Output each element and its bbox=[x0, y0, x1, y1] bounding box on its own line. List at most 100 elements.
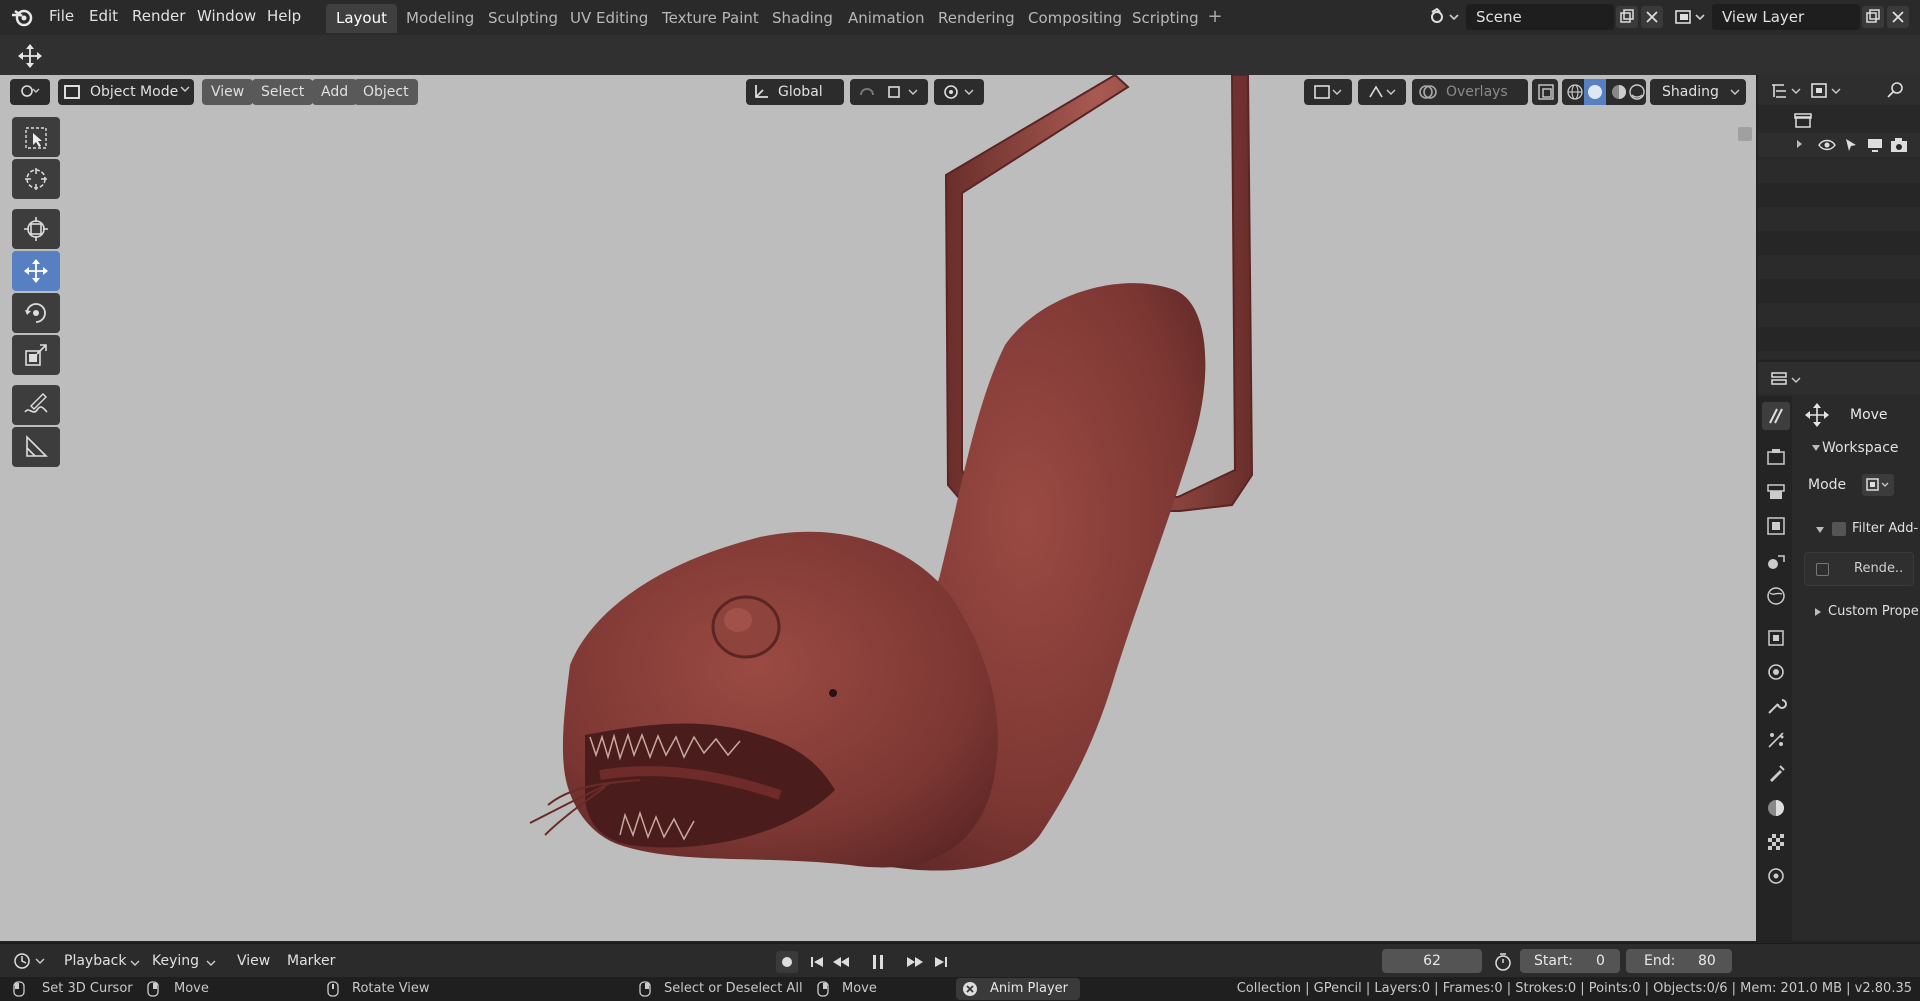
tab-texture-paint[interactable]: Texture Paint bbox=[652, 4, 769, 33]
view-layer-selector-icon[interactable] bbox=[1674, 6, 1708, 28]
modifier-properties-tab[interactable] bbox=[1764, 660, 1788, 684]
add-menu[interactable]: Add bbox=[312, 79, 358, 105]
view-layer-close-icon[interactable] bbox=[1887, 6, 1909, 28]
material-properties-tab[interactable] bbox=[1764, 796, 1788, 820]
render-addon-checkbox[interactable] bbox=[1816, 563, 1829, 576]
xray-toggle-icon[interactable] bbox=[1532, 79, 1558, 105]
tab-rendering[interactable]: Rendering bbox=[928, 4, 1025, 33]
view-layer-copy-icon[interactable] bbox=[1862, 6, 1884, 28]
tab-scripting[interactable]: Scripting bbox=[1122, 4, 1209, 33]
material-shading-icon[interactable] bbox=[1610, 83, 1628, 101]
move-tool-icon[interactable] bbox=[16, 42, 44, 70]
monitor-icon[interactable] bbox=[1866, 137, 1884, 153]
scale-tool-button[interactable] bbox=[12, 335, 60, 375]
tab-layout[interactable]: Layout bbox=[326, 4, 397, 33]
select-menu[interactable]: Select bbox=[252, 79, 314, 105]
scene-close-icon[interactable] bbox=[1641, 6, 1663, 28]
blender-logo-icon[interactable] bbox=[10, 6, 34, 28]
rotate-tool-button[interactable] bbox=[12, 293, 60, 333]
tab-uv-editing[interactable]: UV Editing bbox=[560, 4, 658, 33]
mode-select-dropdown[interactable] bbox=[1862, 474, 1894, 496]
menu-help[interactable]: Help bbox=[267, 0, 301, 33]
filter-addons-arrow-icon[interactable] bbox=[1816, 526, 1824, 534]
sidebar-toggle-icon[interactable] bbox=[1738, 127, 1752, 141]
view-layer-properties-tab[interactable] bbox=[1764, 514, 1788, 538]
render-properties-tab[interactable] bbox=[1764, 446, 1788, 470]
cursor-tool-button[interactable] bbox=[12, 159, 60, 199]
timeline-view-menu[interactable]: View bbox=[237, 949, 270, 973]
tab-animation[interactable]: Animation bbox=[838, 4, 934, 33]
custom-properties-panel-title[interactable]: Custom Prope bbox=[1828, 601, 1919, 623]
playback-menu[interactable]: Playback bbox=[64, 949, 126, 973]
tab-modeling[interactable]: Modeling bbox=[396, 4, 484, 33]
menu-file[interactable]: File bbox=[49, 0, 74, 33]
anim-player-job[interactable]: Anim Player bbox=[956, 978, 1080, 1000]
texture-properties-tab[interactable] bbox=[1764, 830, 1788, 854]
view-menu[interactable]: View bbox=[202, 79, 254, 105]
stopwatch-icon[interactable] bbox=[1492, 951, 1514, 973]
workspace-panel-title[interactable]: Workspace bbox=[1822, 437, 1899, 459]
filter-icon[interactable] bbox=[1810, 81, 1844, 101]
scene-selector-icon[interactable] bbox=[1428, 6, 1462, 28]
properties-editor[interactable]: Move Workspace Mode Filter Add- Rende.. … bbox=[1758, 362, 1920, 941]
transform-tool-button[interactable] bbox=[12, 209, 60, 249]
menu-edit[interactable]: Edit bbox=[89, 0, 118, 33]
pivot-snap-group[interactable] bbox=[850, 79, 928, 105]
camera-icon[interactable] bbox=[1890, 137, 1908, 153]
jump-keyframe-back-icon[interactable] bbox=[830, 951, 852, 973]
object-visibility-dropdown[interactable] bbox=[1304, 79, 1352, 105]
editor-type-button[interactable] bbox=[10, 79, 50, 105]
start-frame-field[interactable]: Start: 0 bbox=[1520, 949, 1620, 973]
properties-editor-type-icon[interactable] bbox=[1770, 370, 1804, 390]
record-keyframe-button[interactable] bbox=[776, 951, 798, 973]
search-icon[interactable] bbox=[1886, 80, 1906, 100]
workspace-panel-arrow-icon[interactable] bbox=[1812, 444, 1820, 452]
jump-start-icon[interactable] bbox=[806, 951, 828, 973]
solid-shading-icon[interactable] bbox=[1584, 79, 1606, 105]
wrench-icon[interactable] bbox=[1764, 694, 1788, 718]
custom-props-arrow-icon[interactable] bbox=[1814, 608, 1822, 616]
current-frame-field[interactable]: 62 bbox=[1382, 949, 1482, 973]
eye-icon[interactable] bbox=[1818, 137, 1836, 153]
view-layer-name-field[interactable]: View Layer bbox=[1712, 4, 1860, 30]
jump-end-icon[interactable] bbox=[930, 951, 952, 973]
end-frame-field[interactable]: End: 80 bbox=[1626, 949, 1732, 973]
proportional-edit-dropdown[interactable] bbox=[934, 79, 984, 105]
jump-keyframe-forward-icon[interactable] bbox=[904, 951, 926, 973]
output-properties-tab[interactable] bbox=[1764, 480, 1788, 504]
outliner-panel[interactable] bbox=[1758, 75, 1920, 360]
scene-properties-tab[interactable] bbox=[1764, 550, 1788, 574]
gizmo-dropdown[interactable] bbox=[1358, 79, 1406, 105]
constraints-properties-tab[interactable] bbox=[1764, 864, 1788, 888]
object-menu[interactable]: Object bbox=[354, 79, 418, 105]
menu-window[interactable]: Window bbox=[197, 0, 256, 33]
add-workspace-button[interactable]: + bbox=[1204, 6, 1226, 28]
select-box-tool-button[interactable] bbox=[12, 117, 60, 157]
world-properties-tab[interactable] bbox=[1764, 584, 1788, 608]
scene-name-field[interactable]: Scene bbox=[1466, 4, 1614, 30]
measure-tool-button[interactable] bbox=[12, 427, 60, 467]
select-arrow-icon[interactable] bbox=[1843, 137, 1859, 153]
display-mode-icon[interactable] bbox=[1770, 81, 1804, 101]
menu-render[interactable]: Render bbox=[132, 0, 185, 33]
timeline-editor-type-icon[interactable] bbox=[12, 950, 52, 972]
scene-copy-icon[interactable] bbox=[1616, 6, 1638, 28]
tool-properties-tab[interactable] bbox=[1762, 402, 1790, 430]
tab-compositing[interactable]: Compositing bbox=[1018, 4, 1132, 33]
particles-properties-tab[interactable] bbox=[1764, 728, 1788, 752]
3d-viewport[interactable]: Object Mode View Select Add Object Globa… bbox=[0, 75, 1756, 941]
keying-menu[interactable]: Keying bbox=[152, 949, 199, 973]
rendered-shading-icon[interactable] bbox=[1628, 83, 1646, 101]
physics-properties-tab[interactable] bbox=[1764, 762, 1788, 786]
marker-menu[interactable]: Marker bbox=[287, 949, 335, 973]
filter-addons-checkbox[interactable] bbox=[1832, 522, 1846, 536]
pause-icon[interactable] bbox=[866, 951, 890, 973]
shading-dropdown[interactable]: Shading bbox=[1650, 79, 1746, 105]
tab-shading[interactable]: Shading bbox=[762, 4, 843, 33]
expand-arrow-icon[interactable] bbox=[1794, 139, 1804, 149]
move-tool-button[interactable] bbox=[12, 251, 60, 291]
wireframe-shading-icon[interactable] bbox=[1566, 83, 1584, 101]
tab-sculpting[interactable]: Sculpting bbox=[478, 4, 568, 33]
object-properties-tab[interactable] bbox=[1764, 626, 1788, 650]
annotate-tool-button[interactable] bbox=[12, 385, 60, 425]
